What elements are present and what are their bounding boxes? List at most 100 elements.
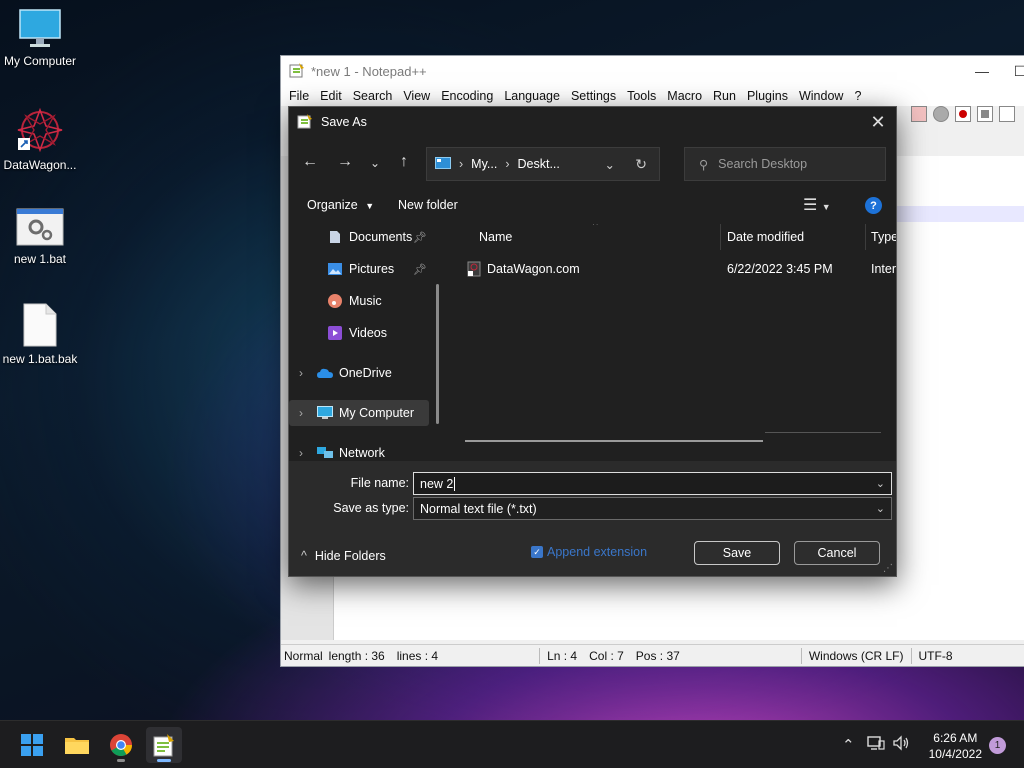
sidebar-item-label: Network — [339, 446, 385, 460]
sidebar-item-label: Documents — [349, 230, 413, 244]
column-header-date-modified[interactable]: Date modified — [727, 230, 804, 244]
pin-icon[interactable]: 📌︎ — [413, 231, 427, 244]
sidebar-item-pictures[interactable]: Pictures 📌︎ — [327, 256, 429, 282]
system-tray: ⌃ — [842, 721, 911, 768]
chevron-down-icon[interactable]: ⌄ — [605, 157, 615, 172]
resize-grip-icon[interactable]: ⋰ — [883, 563, 893, 574]
notepad-menubar: File Edit Search View Encoding Language … — [281, 86, 1024, 106]
desktop-icon-new-1-bat-bak[interactable]: new 1.bat.bak — [0, 302, 80, 366]
sidebar-item-label: Videos — [349, 326, 387, 340]
network-icon — [317, 446, 333, 460]
chrome-icon — [110, 734, 132, 756]
documents-icon — [327, 230, 343, 244]
save-button[interactable]: Save — [694, 541, 780, 565]
breadcrumb-my-computer[interactable]: My... — [471, 157, 497, 171]
menu-tools[interactable]: Tools — [627, 89, 656, 103]
menu-help[interactable]: ? — [854, 89, 861, 103]
menu-window[interactable]: Window — [799, 89, 843, 103]
sidebar-item-videos[interactable]: Videos — [327, 320, 429, 346]
save-as-type-value: Normal text file (*.txt) — [420, 501, 537, 516]
folder-icon[interactable] — [911, 106, 927, 122]
cancel-button[interactable]: Cancel — [794, 541, 880, 565]
chevron-right-icon[interactable]: › — [299, 366, 303, 380]
organize-button[interactable]: Organize ▼ — [307, 198, 374, 212]
view-options-icon[interactable]: ☰ ▼ — [803, 195, 831, 215]
sidebar-item-onedrive[interactable]: › OneDrive — [289, 360, 429, 386]
breadcrumb-desktop[interactable]: Deskt... — [518, 157, 560, 171]
append-extension-checkbox[interactable]: ✓ Append extension — [531, 545, 647, 559]
up-arrow-icon[interactable]: ↑ — [394, 153, 414, 171]
back-arrow-icon[interactable]: ← — [300, 153, 320, 171]
speaker-icon[interactable] — [892, 735, 911, 755]
dialog-titlebar[interactable]: Save As — [289, 107, 896, 137]
network-status-icon[interactable] — [866, 735, 885, 755]
menu-encoding[interactable]: Encoding — [441, 89, 493, 103]
chevron-down-icon[interactable]: ⌄ — [876, 502, 885, 515]
file-list-horizontal-scrollbar[interactable] — [465, 440, 763, 442]
menu-run[interactable]: Run — [713, 89, 736, 103]
help-icon[interactable]: ? — [865, 197, 882, 214]
notepad-titlebar[interactable]: *new 1 - Notepad++ — [281, 56, 1024, 86]
menu-settings[interactable]: Settings — [571, 89, 616, 103]
breadcrumb-separator-icon: › — [459, 157, 464, 171]
hide-folders-label: Hide Folders — [314, 549, 386, 563]
maximize-icon[interactable]: ☐ — [1001, 56, 1024, 86]
sidebar-item-network[interactable]: › Network — [289, 440, 429, 461]
sidebar-item-my-computer[interactable]: › My Computer — [289, 400, 429, 426]
column-header-name[interactable]: Name — [479, 230, 512, 244]
hide-folders-button[interactable]: ^ Hide Folders — [301, 549, 386, 563]
text-caret — [454, 476, 456, 491]
pin-icon[interactable]: 📌︎ — [413, 263, 427, 276]
menu-edit[interactable]: Edit — [320, 89, 342, 103]
chevron-down-icon[interactable]: ⌄ — [876, 477, 885, 490]
file-type-cell: Intern — [871, 262, 896, 276]
start-button[interactable] — [14, 727, 50, 763]
menu-plugins[interactable]: Plugins — [747, 89, 788, 103]
search-placeholder: Search Desktop — [718, 157, 808, 171]
sidebar-item-music[interactable]: Music — [327, 288, 429, 314]
disk-icon[interactable] — [933, 106, 949, 122]
column-header-type[interactable]: Type — [871, 230, 896, 244]
folder-icon — [65, 738, 89, 754]
minimize-icon[interactable]: — — [963, 56, 1001, 86]
sidebar-item-documents[interactable]: Documents 📌︎ — [327, 224, 429, 250]
sidebar-item-label: OneDrive — [339, 366, 392, 380]
blank-file-icon — [22, 302, 58, 348]
recent-locations-chevron-icon[interactable]: ⌄ — [365, 156, 385, 170]
notepad-window-controls: — ☐ — [963, 56, 1024, 86]
navigation-scrollbar[interactable] — [436, 284, 439, 424]
desktop-icon-my-computer[interactable]: My Computer — [0, 8, 80, 68]
close-icon[interactable]: ✕ — [866, 111, 890, 133]
stop-macro-icon[interactable] — [977, 106, 993, 122]
file-name-field[interactable]: new 2 ⌄ — [413, 472, 892, 495]
desktop-icon-new-1-bat[interactable]: new 1.bat — [0, 208, 80, 266]
menu-view[interactable]: View — [403, 89, 430, 103]
save-as-type-select[interactable]: Normal text file (*.txt) ⌄ — [413, 497, 892, 520]
taskbar-file-explorer[interactable] — [59, 727, 95, 763]
search-input[interactable]: ⚲ Search Desktop — [684, 147, 886, 181]
menu-macro[interactable]: Macro — [667, 89, 702, 103]
batch-file-icon — [16, 208, 64, 248]
clock-time: 6:26 AM — [933, 731, 978, 745]
status-col: Col : 7 — [589, 648, 624, 663]
forward-arrow-icon[interactable]: → — [335, 153, 355, 171]
chevron-right-icon[interactable]: › — [299, 406, 303, 420]
notification-badge[interactable]: 1 — [989, 737, 1006, 754]
refresh-icon[interactable]: ↻ — [635, 156, 647, 173]
menu-language[interactable]: Language — [504, 89, 560, 103]
desktop-icon-datawagon[interactable]: DataWagon... — [0, 106, 80, 172]
navigation-pane: Documents 📌︎ Pictures 📌︎ Music Videos › … — [289, 224, 441, 461]
chevron-right-icon[interactable]: › — [299, 446, 303, 460]
status-eol: Windows (CR LF) — [808, 648, 904, 663]
play-macro-icon[interactable] — [999, 106, 1015, 122]
taskbar-notepad-plus-plus[interactable] — [146, 727, 182, 763]
menu-file[interactable]: File — [289, 89, 309, 103]
new-folder-button[interactable]: New folder — [398, 198, 458, 212]
address-bar[interactable]: › My... › Deskt... ⌄ ↻ — [426, 147, 660, 181]
chevron-up-icon[interactable]: ⌃ — [842, 736, 855, 754]
table-row[interactable]: DataWagon.com 6/22/2022 3:45 PM Intern — [447, 258, 896, 280]
menu-search[interactable]: Search — [353, 89, 393, 103]
record-macro-icon[interactable] — [955, 106, 971, 122]
taskbar-chrome[interactable] — [103, 727, 139, 763]
clock[interactable]: 6:26 AM 10/4/2022 — [929, 730, 982, 762]
